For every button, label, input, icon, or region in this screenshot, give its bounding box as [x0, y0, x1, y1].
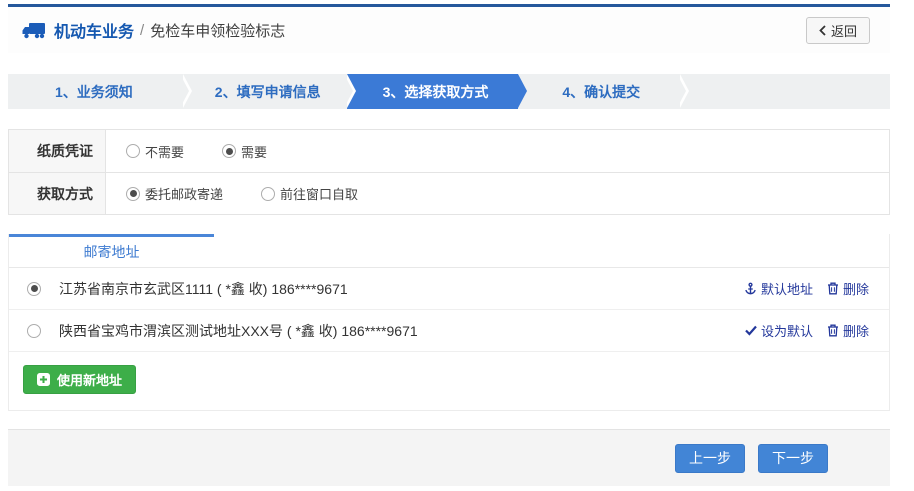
radio-label: 需要 — [241, 142, 267, 161]
back-button-label: 返回 — [831, 21, 857, 40]
tab-mailing-address[interactable]: 邮寄地址 — [9, 234, 214, 267]
radio-option-window-pickup[interactable]: 前往窗口自取 — [261, 184, 358, 203]
step-tab-1[interactable]: 1、业务须知 — [8, 74, 183, 109]
form-row-obtain-method: 获取方式 委托邮政寄递 前往窗口自取 — [9, 172, 889, 214]
use-new-address-label: 使用新地址 — [57, 370, 122, 389]
address-radio-unselected[interactable] — [27, 324, 41, 338]
address-text: 江苏省南京市玄武区1111 ( *鑫 收) 186****9671 — [59, 279, 744, 299]
anchor-icon — [744, 282, 757, 296]
page-category: 机动车业务 — [54, 18, 134, 42]
set-default-link[interactable]: 设为默认 — [745, 321, 813, 340]
radio-icon[interactable] — [261, 187, 275, 201]
radio-checked-icon[interactable] — [222, 144, 236, 158]
chevron-left-icon — [819, 25, 826, 36]
radio-checked-icon[interactable] — [126, 187, 140, 201]
page: 机动车业务 / 免检车申领检验标志 返回 1、业务须知 2、填写申请信息 3、选… — [8, 4, 890, 486]
tab-mailing-address-label: 邮寄地址 — [84, 242, 140, 262]
step-tab-3-label: 3、选择获取方式 — [383, 82, 489, 102]
step-tab-2-label: 2、填写申请信息 — [215, 82, 321, 102]
delete-address-link[interactable]: 删除 — [827, 321, 869, 340]
address-radio-selected[interactable] — [27, 282, 41, 296]
form-row-paper-voucher: 纸质凭证 不需要 需要 — [9, 130, 889, 172]
header-bar: 机动车业务 / 免检车申领检验标志 返回 — [8, 7, 890, 53]
address-text: 陕西省宝鸡市渭滨区测试地址XXX号 ( *鑫 收) 186****9671 — [59, 321, 745, 341]
step-tab-3-active[interactable]: 3、选择获取方式 — [347, 74, 519, 109]
next-step-button[interactable]: 下一步 — [758, 444, 828, 473]
radio-label: 不需要 — [145, 142, 184, 161]
radio-label: 委托邮政寄递 — [145, 184, 223, 203]
options-form: 纸质凭证 不需要 需要 获取方式 委托邮政寄递 — [8, 129, 890, 215]
default-address-label: 默认地址 — [761, 279, 813, 298]
new-address-row: 使用新地址 — [9, 352, 889, 410]
plus-icon — [37, 373, 50, 386]
use-new-address-button[interactable]: 使用新地址 — [23, 365, 136, 394]
radio-option-no-need[interactable]: 不需要 — [126, 142, 184, 161]
mailing-address-panel: 邮寄地址 江苏省南京市玄武区1111 ( *鑫 收) 186****9671 — [8, 234, 890, 411]
footer-action-bar: 上一步 下一步 — [8, 429, 890, 486]
step-tab-1-label: 1、业务须知 — [55, 82, 133, 102]
address-tab-bar: 邮寄地址 — [9, 234, 889, 268]
delete-address-link[interactable]: 删除 — [827, 279, 869, 298]
radio-icon[interactable] — [126, 144, 140, 158]
radio-label: 前往窗口自取 — [280, 184, 358, 203]
trash-icon — [827, 282, 839, 295]
set-default-label: 设为默认 — [761, 321, 813, 340]
radio-option-postal-delivery[interactable]: 委托邮政寄递 — [126, 184, 223, 203]
previous-step-button[interactable]: 上一步 — [675, 444, 745, 473]
step-tab-2[interactable]: 2、填写申请信息 — [183, 74, 347, 109]
delete-label: 删除 — [843, 321, 869, 340]
address-row-2[interactable]: 陕西省宝鸡市渭滨区测试地址XXX号 ( *鑫 收) 186****9671 设为… — [9, 310, 889, 352]
page-title: 免检车申领检验标志 — [150, 20, 285, 41]
default-address-link[interactable]: 默认地址 — [744, 279, 813, 298]
back-button[interactable]: 返回 — [806, 17, 870, 44]
radio-option-need[interactable]: 需要 — [222, 142, 267, 161]
delete-label: 删除 — [843, 279, 869, 298]
step-tab-4[interactable]: 4、确认提交 — [518, 74, 680, 109]
breadcrumb-separator: / — [140, 22, 144, 39]
obtain-method-label: 获取方式 — [9, 173, 106, 214]
step-tabs: 1、业务须知 2、填写申请信息 3、选择获取方式 4、确认提交 — [8, 74, 890, 109]
trash-icon — [827, 324, 839, 337]
check-icon — [745, 325, 757, 336]
address-row-1[interactable]: 江苏省南京市玄武区1111 ( *鑫 收) 186****9671 默认地址 — [9, 268, 889, 310]
paper-voucher-label: 纸质凭证 — [9, 130, 106, 172]
step-tab-4-label: 4、确认提交 — [562, 82, 640, 102]
truck-icon — [22, 21, 46, 39]
